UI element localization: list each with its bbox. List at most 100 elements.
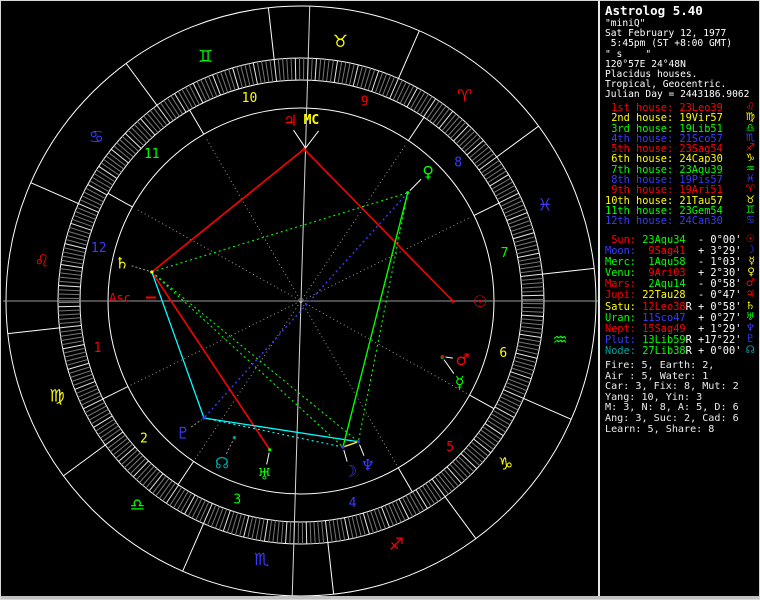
degree-tick [506,212,528,222]
degree-tick [269,59,274,82]
degree-tick [494,406,515,418]
house-number-11: 11 [144,147,160,162]
astrolog-window: ♈ ♉ ♊ ♋ ♌ ♍ ♎ ♏ ♐ ♑ ♒ ♓ 1 2 3 4 5 6 7 8 9 10 11 12 ☉ ☽ ☿ ♀ ♂ ♃ ♄ ♅ ♆ ♇ ☊ MC… [0,0,760,600]
degree-tick [405,495,417,516]
degree-tick [488,416,509,429]
degree-tick [195,500,206,521]
degree-tick [268,519,273,542]
degree-tick [324,520,329,543]
degree-tick [220,71,229,93]
aspect-conjunction [342,441,359,448]
degree-tick [204,77,214,99]
degree-tick [391,502,402,523]
house-number-2: 2 [140,431,148,446]
degree-tick [88,408,109,421]
planet-pointer [359,444,365,456]
sign-boundary [30,182,79,204]
sign-boundary [267,7,275,60]
degree-tick [403,85,415,106]
degree-tick [200,79,211,100]
degree-tick [500,196,521,207]
sign-boundary [523,398,572,420]
degree-tick [518,337,541,343]
degree-tick [70,222,92,231]
degree-tick [378,73,388,95]
degree-tick [388,503,398,525]
degree-tick [520,322,543,326]
degree-tick [62,344,85,350]
degree-tick [84,402,105,414]
degree-tick [373,509,382,531]
planet-position-list: Sun: 23Aqu34 - 0°00' ☉ Moon: 9Sag41 + 3°29… [605,233,758,357]
degree-tick [58,280,81,284]
planet-glyph-node: ☊ [215,453,229,472]
degree-tick [385,76,396,98]
stats-line: Fire: 5, Earth: 2, [605,360,715,371]
degree-tick [60,268,83,273]
degree-tick [498,399,519,411]
house-row: 12th house: 24Can30 ♋ [605,214,755,228]
sign-glyph-leo: ♌ [34,252,49,272]
sign-glyph-cancer: ♋ [89,127,104,147]
planet-pointer [225,440,234,454]
degree-tick [521,294,544,297]
planet-glyph-moon: ☽ [343,462,357,481]
degree-tick [392,79,403,101]
degree-tick [326,59,330,82]
degree-tick [191,498,203,519]
planet-dot-moon [341,445,345,449]
sign-glyph-capricorn: ♑ [498,455,513,475]
stats-line: Learn: 5, Share: 8 [605,423,715,435]
house-number-3: 3 [233,493,241,508]
degree-tick [318,58,322,81]
house-number-12: 12 [91,241,107,256]
degree-tick [333,60,339,83]
degree-tick [507,378,529,388]
degree-tick [409,89,422,110]
degree-tick [305,521,308,544]
degree-tick [310,58,313,81]
degree-tick [74,380,96,390]
degree-tick [58,317,81,320]
degree-tick [62,251,85,257]
degree-tick [329,60,334,83]
degree-tick [58,309,81,312]
degree-tick [497,188,518,200]
degree-tick [263,519,269,542]
degree-tick [508,374,531,384]
planet-dot-saturn [150,270,154,274]
chart-wheel: ♈♉♊♋♌♍♎♏♐♑♒♓123 456789101112☉☽☿♀♂♃♄♅ ♆♇☊MC… [3,5,599,596]
degree-tick [496,403,517,415]
house-number-10: 10 [242,91,258,106]
degree-tick [399,83,411,104]
degree-tick [413,91,426,112]
degree-tick [83,191,104,203]
planet-dot-uranus [268,448,272,452]
degree-tick [61,336,84,341]
degree-tick [174,93,187,113]
house-cusp [107,192,133,208]
degree-tick [340,518,346,541]
window-bottom-bar [1,596,759,599]
degree-tick [520,273,543,278]
degree-tick [60,263,83,269]
degree-tick [60,332,83,337]
stats-line: Ang: 3, Suc: 2, Cad: 6 [605,412,739,424]
house-number-1: 1 [94,341,102,356]
degree-tick [345,62,351,85]
degree-tick [173,488,186,509]
degree-tick [294,58,297,81]
degree-tick [396,81,407,102]
degree-tick [72,377,94,386]
degree-tick [199,501,210,523]
degree-tick [93,415,113,428]
sign-boundary [327,542,335,595]
planet-row: Node: 27Lib38R + 0°00' ☊ [605,343,755,357]
degree-tick [289,521,292,544]
aspect-square [151,271,271,451]
mc-label: MC [304,113,320,128]
degree-tick [341,62,347,84]
degree-tick [508,216,530,225]
info-panel: Astrolog 5.40 "miniQ" Sat February 12, 19… [603,1,759,595]
sign-glyph-aquarius: ♒ [552,330,567,350]
